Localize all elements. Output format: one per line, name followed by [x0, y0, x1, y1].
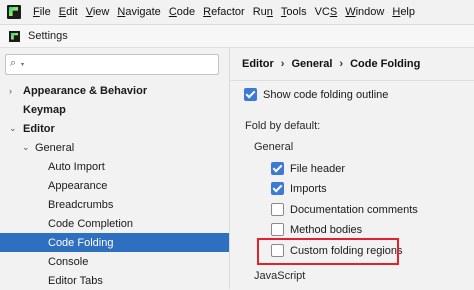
menu-window-mnemonic: W — [345, 6, 356, 18]
option-label: Show code folding outline — [263, 88, 389, 101]
tree-item-label: Appearance — [48, 179, 108, 192]
menu-run-mnemonic: n — [266, 6, 273, 18]
header-divider — [230, 80, 474, 81]
tree-item-label: Code Completion — [48, 217, 133, 230]
menu-code-mnemonic: C — [168, 6, 177, 18]
tree-item-label: Editor Tabs — [48, 274, 103, 287]
checkbox-checked-icon[interactable] — [271, 162, 284, 175]
documentation-comments-option[interactable]: Documentation comments — [271, 203, 418, 216]
tree-item-code-folding[interactable]: Code Folding — [0, 233, 229, 252]
javascript-section-heading: JavaScript — [254, 270, 306, 282]
menu-view-label: iew — [92, 6, 110, 18]
menu-vcs-label: VC — [314, 6, 330, 18]
file-header-option[interactable]: File header — [271, 162, 345, 175]
tree-item-keymap[interactable]: Keymap — [0, 100, 229, 119]
menu-file[interactable]: File — [29, 0, 55, 24]
menu-file-label: ile — [39, 6, 51, 18]
fold-by-default-label: Fold by default: — [245, 120, 321, 132]
menu-navigate[interactable]: Navigate — [113, 0, 164, 24]
general-section-heading: General — [254, 141, 294, 153]
menu-tools[interactable]: Tools — [277, 0, 311, 24]
breadcrumb-separator-icon: › — [280, 58, 285, 70]
settings-sidebar: ⌕ ▾ › Appearance & Behavior Keymap ⌄ Edi… — [0, 48, 230, 289]
checkbox-checked-icon[interactable] — [244, 88, 257, 101]
option-label: File header — [290, 162, 346, 175]
dialog-title-bar: Settings — [0, 25, 474, 48]
tree-item-appearance[interactable]: Appearance — [0, 176, 229, 195]
show-code-folding-outline-option[interactable]: Show code folding outline — [244, 88, 388, 101]
tree-item-appearance-behavior[interactable]: › Appearance & Behavior — [0, 81, 229, 100]
menu-code-label: ode — [176, 6, 196, 18]
tree-item-label: Keymap — [23, 103, 66, 116]
tree-item-console[interactable]: Console — [0, 252, 229, 271]
menu-code[interactable]: Code — [165, 0, 199, 24]
menu-bar: File Edit View Navigate Code Refactor Ru… — [0, 0, 474, 25]
settings-search-input[interactable] — [30, 56, 210, 71]
menu-window-label: indow — [355, 6, 385, 18]
tree-item-auto-import[interactable]: Auto Import — [0, 157, 229, 176]
method-bodies-option[interactable]: Method bodies — [271, 223, 362, 236]
menu-help-label: elp — [400, 6, 415, 18]
breadcrumb-editor[interactable]: Editor — [242, 58, 274, 70]
dialog-title: Settings — [28, 30, 68, 42]
checkbox-checked-icon[interactable] — [271, 182, 284, 195]
checkbox-unchecked-icon[interactable] — [271, 223, 284, 236]
search-history-dropdown-icon[interactable]: ▾ — [21, 61, 24, 68]
tree-item-label: Code Folding — [48, 236, 114, 249]
tree-item-breadcrumbs[interactable]: Breadcrumbs — [0, 195, 229, 214]
menu-file-mnemonic: F — [33, 6, 40, 18]
breadcrumb: Editor › General › Code Folding — [242, 58, 420, 70]
settings-content-panel: Editor › General › Code Folding Show cod… — [230, 48, 474, 289]
app-logo-icon — [7, 5, 21, 19]
menu-refactor-mnemonic: R — [203, 6, 212, 18]
menu-vcs-mnemonic: S — [329, 6, 338, 18]
menu-help[interactable]: Help — [388, 0, 419, 24]
option-label: Documentation comments — [290, 203, 418, 216]
menu-edit[interactable]: Edit — [55, 0, 82, 24]
menu-refactor-label: efactor — [211, 6, 245, 18]
tree-item-label: Editor — [23, 122, 55, 135]
chevron-down-icon[interactable]: ⌄ — [9, 123, 17, 134]
tree-item-editor-tabs[interactable]: Editor Tabs — [0, 271, 229, 290]
option-label: Imports — [290, 182, 327, 195]
chevron-right-icon[interactable]: › — [9, 86, 12, 96]
menu-edit-label: dit — [66, 6, 78, 18]
menu-navigate-label: avigate — [125, 6, 161, 18]
imports-option[interactable]: Imports — [271, 182, 327, 195]
app-logo-icon — [9, 30, 20, 42]
chevron-down-icon[interactable]: ⌄ — [22, 142, 30, 153]
tree-item-label: Console — [48, 255, 89, 268]
settings-search-box[interactable]: ⌕ ▾ — [5, 54, 219, 75]
breadcrumb-separator-icon: › — [339, 58, 344, 70]
menu-tools-label: ools — [286, 6, 307, 18]
tree-item-label: General — [35, 141, 75, 154]
menu-vcs[interactable]: VCS — [311, 0, 342, 24]
menu-view-mnemonic: V — [85, 6, 93, 18]
search-icon: ⌕ — [10, 57, 17, 69]
breadcrumb-code-folding: Code Folding — [350, 58, 421, 70]
menu-window[interactable]: Window — [341, 0, 388, 24]
menu-run[interactable]: Run — [249, 0, 277, 24]
checkbox-unchecked-icon[interactable] — [271, 203, 284, 216]
breadcrumb-general[interactable]: General — [291, 58, 332, 70]
option-label: Method bodies — [290, 223, 363, 236]
annotation-highlight-box — [257, 238, 399, 265]
tree-item-label: Appearance & Behavior — [23, 84, 148, 97]
tree-item-label: Auto Import — [48, 160, 105, 173]
tree-item-general[interactable]: ⌄ General — [0, 138, 229, 157]
menu-edit-mnemonic: E — [58, 6, 67, 18]
menu-run-label: Ru — [252, 6, 267, 18]
tree-item-label: Breadcrumbs — [48, 198, 114, 211]
menu-refactor[interactable]: Refactor — [199, 0, 249, 24]
tree-item-editor[interactable]: ⌄ Editor — [0, 119, 229, 138]
menu-view[interactable]: View — [82, 0, 114, 24]
tree-item-code-completion[interactable]: Code Completion — [0, 214, 229, 233]
